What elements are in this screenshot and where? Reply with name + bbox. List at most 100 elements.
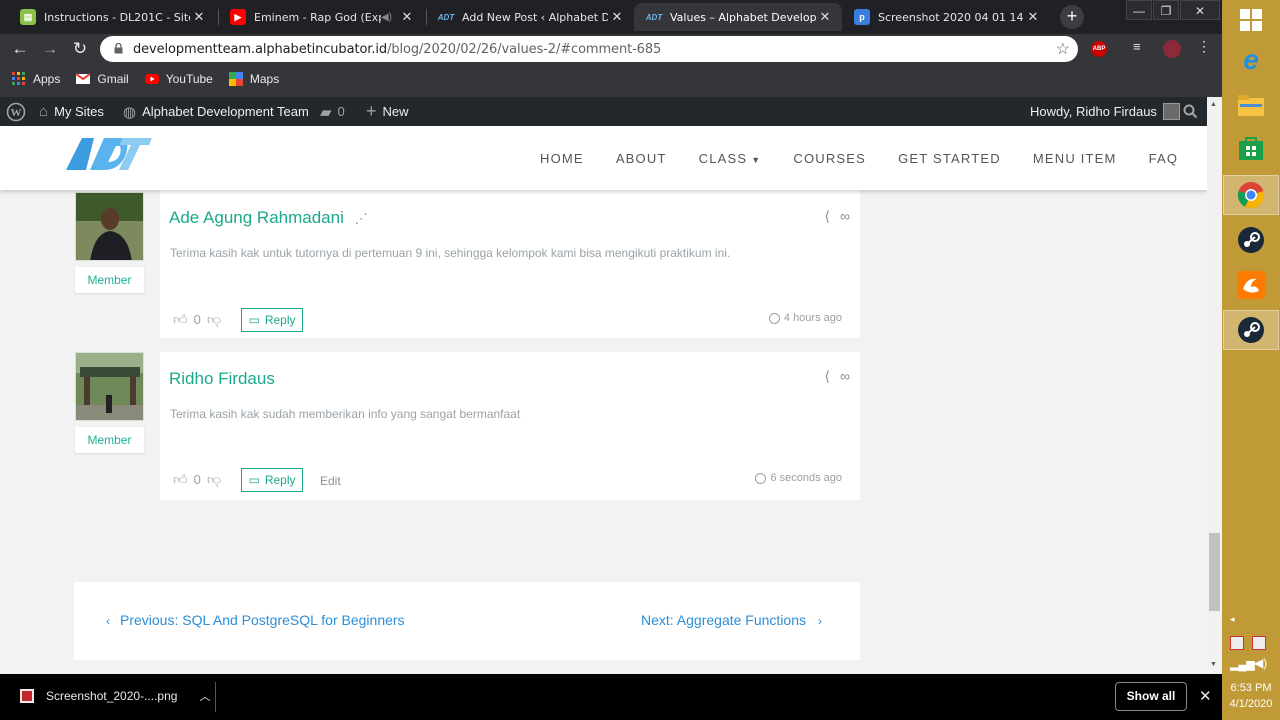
adt-logo[interactable] xyxy=(64,136,152,177)
avatar[interactable] xyxy=(75,192,144,261)
nav-about[interactable]: ABOUT xyxy=(616,151,667,166)
close-tab-icon[interactable]: ✕ xyxy=(398,9,416,25)
comment-author-name[interactable]: Ridho Firdaus xyxy=(169,369,275,389)
comment-text: Terima kasih kak untuk tutornya di perte… xyxy=(170,246,731,260)
tab-instructions[interactable]: ▤ Instructions - DL201C - Sitem ✕ xyxy=(8,3,216,31)
site-name-label: Alphabet Development Team xyxy=(142,104,309,119)
tab-screenshot[interactable]: p Screenshot 2020 04 01 14 46 ✕ xyxy=(842,3,1050,31)
bookmark-youtube[interactable]: YouTube xyxy=(144,72,213,86)
link-icon[interactable]: ∞ xyxy=(840,368,850,385)
chrome-menu-icon[interactable]: ⋮ xyxy=(1197,38,1211,55)
comment-time: 4 hours ago xyxy=(783,312,842,324)
scroll-up-arrow-icon[interactable]: ▲ xyxy=(1210,101,1217,108)
comment-vote: 👍︎ 0 👎︎ xyxy=(173,471,221,488)
close-tab-icon[interactable]: ✕ xyxy=(816,9,834,25)
site-name-menu[interactable]: ◍ Alphabet Development Team xyxy=(123,97,309,126)
network-warning-icon[interactable] xyxy=(1230,636,1244,650)
next-post-link[interactable]: Next: Aggregate Functions › xyxy=(641,612,822,628)
chevron-up-icon[interactable]: ︿ xyxy=(199,688,210,704)
share-icon[interactable]: ⟨ xyxy=(825,368,830,385)
close-window-button[interactable]: ✕ xyxy=(1180,0,1220,20)
scroll-down-arrow-icon[interactable]: ▼ xyxy=(1210,661,1217,668)
comment-text: Terima kasih kak sudah memberikan info y… xyxy=(170,407,521,421)
bookmark-label: YouTube xyxy=(165,72,213,86)
house-icon: ⌂ xyxy=(39,103,49,120)
steam-icon[interactable] xyxy=(1223,220,1279,260)
new-content-menu[interactable]: + New xyxy=(366,97,409,126)
wifi-signal-icon[interactable]: ▂▄▆ xyxy=(1230,658,1255,671)
show-hidden-icons-chevron[interactable]: ◂ xyxy=(1230,614,1235,625)
share-icon[interactable]: ⟨ xyxy=(825,208,830,225)
avatar[interactable] xyxy=(75,352,144,421)
nav-courses[interactable]: COURSES xyxy=(793,151,866,166)
nav-get-started[interactable]: GET STARTED xyxy=(898,151,1001,166)
tab-values-active[interactable]: ADT Values – Alphabet Developme ✕ xyxy=(634,3,842,31)
address-bar[interactable]: developmentteam.alphabetincubator.id/blo… xyxy=(100,36,1078,62)
close-tab-icon[interactable]: ✕ xyxy=(1024,9,1042,25)
bookmark-maps[interactable]: Maps xyxy=(228,72,279,86)
close-shelf-icon[interactable]: ✕ xyxy=(1199,687,1212,705)
download-shelf: Screenshot_2020-....png ︿ Show all ✕ xyxy=(0,674,1222,720)
system-clock[interactable]: 6:53 PM 4/1/2020 xyxy=(1222,680,1280,712)
reply-button[interactable]: ▭ Reply xyxy=(241,468,303,492)
comment-author[interactable]: Ade Agung Rahmadani ⋰ xyxy=(169,208,368,228)
bookmark-apps[interactable]: Apps xyxy=(12,72,60,86)
nav-menu-item[interactable]: MENU ITEM xyxy=(1033,151,1117,166)
edit-comment-link[interactable]: Edit xyxy=(320,474,341,488)
bookmark-star-icon[interactable]: ☆ xyxy=(1056,39,1070,59)
close-tab-icon[interactable]: ✕ xyxy=(190,9,208,25)
media-queue-icon[interactable]: ≡ xyxy=(1133,39,1141,54)
minimize-window-button[interactable]: — xyxy=(1126,0,1152,20)
caret-down-icon: ▼ xyxy=(751,154,762,165)
thumbs-down-icon[interactable]: 👎︎ xyxy=(207,471,221,488)
rss-feed-icon[interactable]: ⋰ xyxy=(355,211,368,226)
thumbs-up-icon[interactable]: 👍︎ xyxy=(173,471,188,488)
tab-youtube[interactable]: ▶ Eminem - Rap God (Explic ◀) ✕ xyxy=(218,3,424,31)
windows-start-icon[interactable] xyxy=(1223,0,1279,40)
comments-menu[interactable]: ▰ 0 xyxy=(320,97,345,126)
nav-class[interactable]: CLASS ▼ xyxy=(699,151,762,166)
link-icon[interactable]: ∞ xyxy=(840,208,850,225)
security-warning-icon[interactable] xyxy=(1252,636,1266,650)
uc-browser-icon[interactable] xyxy=(1223,265,1279,305)
my-sites-label: My Sites xyxy=(54,104,104,119)
new-tab-button[interactable]: + xyxy=(1060,5,1084,29)
thumbs-down-icon[interactable]: 👎︎ xyxy=(207,311,221,328)
store-icon[interactable] xyxy=(1223,128,1279,168)
wordpress-logo-icon[interactable]: W xyxy=(6,97,26,126)
volume-icon[interactable]: ◀) xyxy=(1254,656,1267,670)
url-text: developmentteam.alphabetincubator.id/blo… xyxy=(133,42,662,57)
previous-post-link[interactable]: ‹ Previous: SQL And PostgreSQL for Beginn… xyxy=(106,612,405,628)
internet-explorer-icon[interactable]: e xyxy=(1223,40,1279,80)
chrome-icon[interactable] xyxy=(1223,175,1279,215)
role-badge: Member xyxy=(75,267,144,293)
page-scrollbar[interactable]: ▲ ▼ xyxy=(1207,97,1222,674)
nav-class-label: CLASS xyxy=(698,150,748,166)
account-menu[interactable]: Howdy, Ridho Firdaus xyxy=(1030,97,1180,126)
adblock-plus-icon[interactable]: ABP xyxy=(1091,41,1107,57)
comment-timestamp[interactable]: 6 seconds ago xyxy=(755,472,842,484)
restore-window-button[interactable]: ❐ xyxy=(1153,0,1179,20)
file-explorer-icon[interactable] xyxy=(1223,85,1279,125)
bookmark-gmail[interactable]: Gmail xyxy=(76,72,129,86)
windows-taskbar: e ◂ ▂▄▆ ◀) 6:53 PM 4/1/2020 xyxy=(1222,0,1280,720)
nav-home[interactable]: HOME xyxy=(540,151,584,166)
post-navigation: ‹ Previous: SQL And PostgreSQL for Beginn… xyxy=(74,582,860,660)
back-arrow-icon[interactable]: ← xyxy=(9,39,31,59)
show-all-downloads-button[interactable]: Show all xyxy=(1115,682,1187,711)
nav-faq[interactable]: FAQ xyxy=(1149,151,1179,166)
reply-button[interactable]: ▭ Reply xyxy=(241,308,303,332)
search-icon[interactable] xyxy=(1183,97,1198,126)
thumbs-up-icon[interactable]: 👍︎ xyxy=(173,311,188,328)
download-item[interactable]: Screenshot_2020-....png ︿ xyxy=(20,688,210,704)
steam-icon-2[interactable] xyxy=(1223,310,1279,350)
my-sites-menu[interactable]: ⌂ My Sites xyxy=(39,97,104,126)
profile-avatar-icon[interactable] xyxy=(1163,40,1181,58)
reload-icon[interactable]: ↻ xyxy=(69,39,91,59)
forward-arrow-icon[interactable]: → xyxy=(39,39,61,59)
comment-timestamp[interactable]: 4 hours ago xyxy=(768,312,842,324)
tab-add-new-post[interactable]: ADT Add New Post ‹ Alphabet Dev ✕ xyxy=(426,3,634,31)
close-tab-icon[interactable]: ✕ xyxy=(608,9,626,25)
comments-icon: ▭ xyxy=(248,473,260,487)
scrollbar-thumb[interactable] xyxy=(1209,533,1220,611)
